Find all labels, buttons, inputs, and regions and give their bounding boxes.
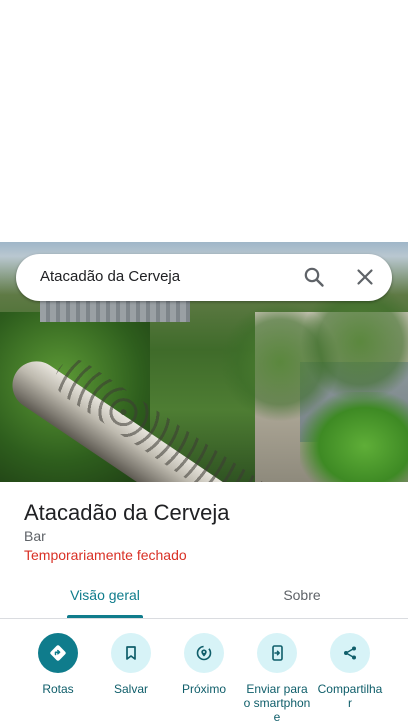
share-label: Compartilhar: [317, 682, 383, 710]
send-to-phone-icon: [257, 633, 297, 673]
share-button[interactable]: Compartilhar: [310, 633, 390, 710]
place-category[interactable]: Bar: [24, 528, 46, 544]
action-bar: Rotas Salvar Próximo Enviar para o smart…: [0, 620, 408, 724]
bookmark-icon: [111, 633, 151, 673]
place-title: Atacadão da Cerveja: [24, 500, 230, 525]
nearby-label: Próximo: [181, 682, 226, 696]
nearby-button[interactable]: Próximo: [164, 633, 244, 696]
search-input[interactable]: Atacadão da Cerveja: [40, 268, 180, 285]
search-icon[interactable]: [302, 265, 326, 289]
share-icon: [330, 633, 370, 673]
save-button[interactable]: Salvar: [91, 633, 171, 696]
blank-map-area: [0, 0, 408, 242]
save-label: Salvar: [113, 682, 148, 696]
place-status: Temporariamente fechado: [24, 547, 187, 563]
directions-label: Rotas: [42, 682, 74, 696]
tab-overview[interactable]: Visão geral: [0, 587, 210, 603]
send-to-phone-label: Enviar para o smartphone: [243, 682, 311, 724]
close-icon[interactable]: [353, 265, 377, 289]
tab-bar: Visão geral Sobre: [0, 574, 408, 619]
tab-about[interactable]: Sobre: [204, 587, 400, 603]
directions-icon: [38, 633, 78, 673]
nearby-icon: [184, 633, 224, 673]
tab-selected-indicator: [67, 615, 143, 618]
directions-button[interactable]: Rotas: [18, 633, 98, 696]
send-to-phone-button[interactable]: Enviar para o smartphone: [237, 633, 317, 724]
search-bar[interactable]: Atacadão da Cerveja: [16, 254, 392, 301]
